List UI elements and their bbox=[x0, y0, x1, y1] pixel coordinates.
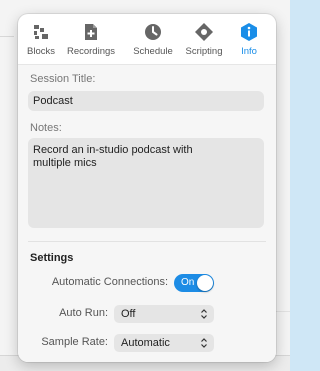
session-title-label: Session Title: bbox=[30, 73, 96, 85]
notes-field[interactable]: Record an in-studio podcast with multipl… bbox=[28, 138, 264, 228]
auto-run-value: Off bbox=[121, 308, 136, 320]
auto-run-label: Auto Run: bbox=[59, 307, 108, 319]
section-divider bbox=[28, 241, 266, 242]
auto-run-select[interactable]: Off bbox=[114, 305, 214, 323]
session-title-field[interactable]: Podcast bbox=[28, 91, 264, 111]
notes-label: Notes: bbox=[30, 122, 62, 134]
background-divider bbox=[0, 36, 14, 37]
tab-recordings[interactable]: Recordings bbox=[58, 22, 124, 62]
tab-label: Recordings bbox=[66, 46, 116, 57]
blocks-icon bbox=[34, 25, 48, 39]
info-content: Session Title: Podcast Notes: Record an … bbox=[18, 65, 276, 362]
sample-rate-label: Sample Rate: bbox=[41, 336, 108, 348]
diamond-icon bbox=[195, 23, 213, 41]
chevron-updown-icon bbox=[201, 338, 207, 348]
tab-label: Blocks bbox=[27, 46, 55, 57]
sample-rate-value: Automatic bbox=[121, 337, 170, 349]
toggle-knob bbox=[197, 275, 213, 291]
tab-info[interactable]: Info bbox=[232, 22, 266, 62]
tab-label: Schedule bbox=[133, 46, 173, 57]
sample-rate-select[interactable]: Automatic bbox=[114, 334, 214, 352]
document-add-icon bbox=[85, 24, 97, 40]
toggle-state-text: On bbox=[181, 277, 195, 288]
settings-heading: Settings bbox=[30, 252, 74, 264]
panel-toolbar: Blocks Recordings Schedule Scripting Inf… bbox=[18, 14, 276, 64]
auto-connections-label: Automatic Connections: bbox=[51, 276, 168, 288]
tab-scripting[interactable]: Scripting bbox=[180, 22, 228, 62]
chevron-updown-icon bbox=[201, 309, 207, 319]
info-icon bbox=[241, 23, 257, 41]
tab-schedule[interactable]: Schedule bbox=[128, 22, 178, 62]
tab-label: Info bbox=[241, 46, 257, 57]
info-popover: Blocks Recordings Schedule Scripting Inf… bbox=[18, 14, 276, 362]
clock-icon bbox=[145, 24, 161, 40]
auto-connections-toggle[interactable]: On bbox=[174, 274, 214, 292]
tab-blocks[interactable]: Blocks bbox=[24, 22, 58, 62]
tab-label: Scripting bbox=[185, 46, 223, 57]
